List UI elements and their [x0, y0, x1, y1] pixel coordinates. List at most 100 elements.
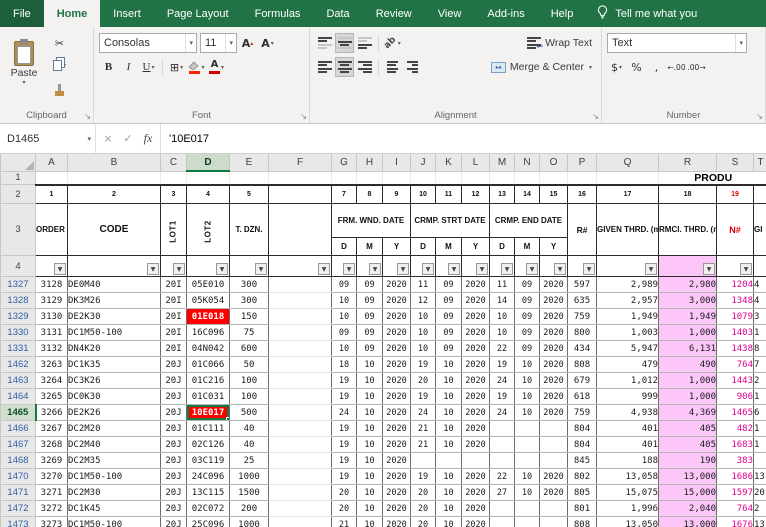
header-crmp-end-m[interactable]: M — [514, 237, 540, 256]
italic-button[interactable]: I — [119, 57, 138, 77]
cell-T1331[interactable]: 8 — [753, 340, 766, 357]
cell-O1[interactable] — [539, 171, 568, 185]
number-format-select[interactable]: Text ▾ — [607, 33, 747, 53]
cell-G1462[interactable]: 18 — [331, 356, 357, 373]
cell-Q1329[interactable]: 1,949 — [596, 308, 659, 325]
cell-O2[interactable]: 15 — [539, 183, 568, 204]
row-header-1331[interactable]: 1331 — [0, 340, 36, 357]
cell-N1462[interactable]: 10 — [514, 356, 540, 373]
column-header-S[interactable]: S — [716, 154, 754, 172]
cell-B1468[interactable]: DC2M35 — [67, 452, 161, 469]
cell-R1473[interactable]: 13,000 — [658, 516, 717, 527]
cell-L1330[interactable]: 2020 — [461, 324, 490, 341]
cell-S1328[interactable]: 1348 — [716, 292, 754, 309]
cell-D1328[interactable]: 05K054 — [186, 292, 230, 309]
cell-L1331[interactable]: 2020 — [461, 340, 490, 357]
filter-button-O[interactable]: ▼ — [554, 263, 566, 275]
cell-E1463[interactable]: 100 — [229, 372, 269, 389]
cell-I2[interactable]: 9 — [382, 183, 411, 204]
cell-R4[interactable]: ▼ — [658, 255, 717, 277]
cell-D1473[interactable]: 25C096 — [186, 516, 230, 527]
cell-A1468[interactable]: 3269 — [35, 452, 68, 469]
cell-P1331[interactable]: 434 — [567, 340, 597, 357]
cell-R1327[interactable]: 2,980 — [658, 276, 717, 293]
font-name-select[interactable]: Consolas ▾ — [99, 33, 197, 53]
cell-M1472[interactable] — [489, 500, 515, 517]
header-lot1[interactable]: LOT1 — [160, 203, 187, 256]
cell-N1472[interactable] — [514, 500, 540, 517]
bold-button[interactable]: B — [99, 57, 118, 77]
cut-button[interactable]: ✂ — [50, 34, 69, 54]
cell-C1327[interactable]: 20I — [160, 276, 187, 293]
cell-B1473[interactable]: DC1M50-100 — [67, 516, 161, 527]
cell-G1471[interactable]: 20 — [331, 484, 357, 501]
cell-I1468[interactable]: 2020 — [382, 452, 411, 469]
cell-E1328[interactable]: 300 — [229, 292, 269, 309]
clipboard-dialog-launcher[interactable]: ↘ — [84, 112, 91, 121]
cell-L1327[interactable]: 2020 — [461, 276, 490, 293]
filter-button-D[interactable]: ▼ — [216, 263, 228, 275]
column-header-I[interactable]: I — [382, 154, 411, 172]
cell-K1472[interactable]: 10 — [435, 500, 462, 517]
cell-T4[interactable] — [753, 255, 766, 277]
cell-M1468[interactable] — [489, 452, 515, 469]
paste-button[interactable]: Paste ▾ — [3, 31, 45, 97]
row-header-1466[interactable]: 1466 — [0, 420, 36, 437]
cell-M1463[interactable]: 24 — [489, 372, 515, 389]
cell-M1466[interactable] — [489, 420, 515, 437]
cell-M1327[interactable]: 11 — [489, 276, 515, 293]
cell-P4[interactable]: ▼ — [567, 255, 597, 277]
cell-E1468[interactable]: 25 — [229, 452, 269, 469]
cell-B1472[interactable]: DC1K45 — [67, 500, 161, 517]
cell-F1330[interactable] — [268, 324, 332, 341]
cell-F1329[interactable] — [268, 308, 332, 325]
cell-B1463[interactable]: DC3K26 — [67, 372, 161, 389]
cell-F1328[interactable] — [268, 292, 332, 309]
cell-H1462[interactable]: 10 — [356, 356, 383, 373]
filter-button-B[interactable]: ▼ — [147, 263, 159, 275]
cell-P1327[interactable]: 597 — [567, 276, 597, 293]
row-header-1[interactable]: 1 — [0, 170, 36, 185]
tab-file[interactable]: File — [0, 0, 44, 27]
cell-C1464[interactable]: 20J — [160, 388, 187, 405]
cell-I4[interactable]: ▼ — [382, 255, 411, 277]
align-middle-button[interactable] — [335, 33, 354, 53]
cell-J1462[interactable]: 19 — [410, 356, 436, 373]
row-header-3[interactable]: 3 — [0, 203, 36, 256]
cell-G1328[interactable]: 10 — [331, 292, 357, 309]
cell-L1329[interactable]: 2020 — [461, 308, 490, 325]
cell-P1468[interactable]: 845 — [567, 452, 597, 469]
underline-button[interactable]: U ▾ — [139, 57, 158, 77]
cell-C1331[interactable]: 20I — [160, 340, 187, 357]
header-lot2[interactable]: LOT2 — [186, 203, 230, 256]
header-crmp-end-d[interactable]: D — [489, 237, 515, 256]
cell-K1[interactable] — [435, 171, 462, 185]
header-crmp-start-y[interactable]: Y — [461, 237, 490, 256]
cell-Q1462[interactable]: 479 — [596, 356, 659, 373]
cell-G1473[interactable]: 21 — [331, 516, 357, 527]
header-crmp-end-date[interactable]: CRMP. END DATE — [489, 203, 568, 238]
cell-D1470[interactable]: 24C096 — [186, 468, 230, 485]
cell-J1465[interactable]: 24 — [410, 404, 436, 421]
cell-J4[interactable]: ▼ — [410, 255, 436, 277]
cell-H1473[interactable]: 10 — [356, 516, 383, 527]
cell-Q1463[interactable]: 1,012 — [596, 372, 659, 389]
merge-center-button[interactable]: ↔ Merge & Center ▾ — [487, 57, 596, 77]
cell-K1463[interactable]: 10 — [435, 372, 462, 389]
cell-I1329[interactable]: 2020 — [382, 308, 411, 325]
cell-O1464[interactable]: 2020 — [539, 388, 568, 405]
cell-O1471[interactable]: 2020 — [539, 484, 568, 501]
cell-K4[interactable]: ▼ — [435, 255, 462, 277]
cell-H1331[interactable]: 09 — [356, 340, 383, 357]
cell-B1470[interactable]: DC1M50-100 — [67, 468, 161, 485]
row-header-1330[interactable]: 1330 — [0, 324, 36, 341]
cell-S1463[interactable]: 1443 — [716, 372, 754, 389]
cell-N1468[interactable] — [514, 452, 540, 469]
cell-N1329[interactable]: 09 — [514, 308, 540, 325]
cell-H4[interactable]: ▼ — [356, 255, 383, 277]
column-header-B[interactable]: B — [67, 154, 161, 172]
align-center-button[interactable] — [335, 57, 354, 77]
cell-I1471[interactable]: 2020 — [382, 484, 411, 501]
cell-N1330[interactable]: 09 — [514, 324, 540, 341]
cell-E4[interactable]: ▼ — [229, 255, 269, 277]
